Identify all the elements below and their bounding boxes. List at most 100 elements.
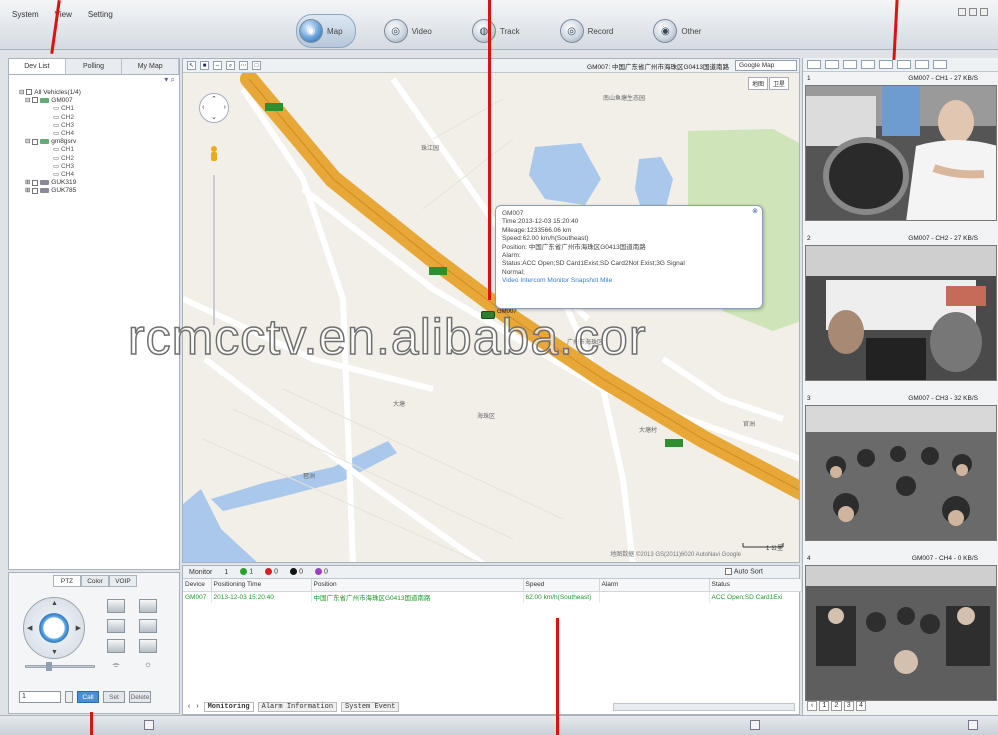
checkbox[interactable] [32, 97, 39, 104]
status-icon[interactable] [968, 720, 978, 730]
video-tile[interactable]: 3 GM007 - CH3 - 32 KB/S [803, 394, 998, 552]
video-tile[interactable]: 2 GM007 - CH2 - 27 KB/S [803, 234, 998, 392]
ptz-direction-pad[interactable]: ▲ ▼ ◀ ▶ [23, 597, 85, 659]
arrow-left-icon[interactable]: ◀ [27, 624, 32, 632]
pan-down-icon[interactable]: ⌄ [211, 113, 217, 121]
map-type-satellite-button[interactable]: 卫星 [768, 77, 789, 90]
area-icon[interactable]: ⋯ [239, 61, 248, 70]
tab-dev-list[interactable]: Dev List [9, 59, 66, 74]
collapse-icon[interactable]: ▾ [164, 75, 168, 84]
menu-setting[interactable]: Setting [88, 10, 113, 19]
video-frame-driver[interactable] [805, 85, 997, 221]
status-icon[interactable] [750, 720, 760, 730]
tab-my-map[interactable]: My Map [122, 59, 180, 74]
nav-track-button[interactable]: ◍ Track [470, 14, 532, 48]
select-icon[interactable]: ■ [200, 61, 209, 70]
pan-up-icon[interactable]: ⌃ [211, 95, 217, 103]
video-frame-front[interactable] [805, 245, 997, 381]
arrow-right-icon[interactable]: ▶ [76, 624, 81, 632]
page-button[interactable]: 3 [843, 701, 854, 711]
horizontal-scrollbar[interactable] [613, 703, 795, 711]
layout-4-icon[interactable] [825, 60, 839, 69]
nav-other-button[interactable]: ◉ Other [651, 14, 713, 48]
preset-call-button[interactable]: Call [77, 691, 99, 703]
page-button[interactable]: 1 [819, 701, 830, 711]
preset-spinner[interactable] [65, 691, 73, 703]
tree-channel[interactable]: ▭ CH1 [19, 105, 179, 113]
checkbox[interactable] [32, 138, 39, 145]
tree-channel[interactable]: ▭ CH1 [19, 146, 179, 154]
layout-1-icon[interactable] [807, 60, 821, 69]
menu-system[interactable]: System [12, 10, 39, 19]
tree-channel[interactable]: ▭ CH3 [19, 163, 179, 171]
video-frame-rear[interactable] [805, 565, 997, 701]
tree-channel[interactable]: ▭ CH2 [19, 114, 179, 122]
fullscreen-icon[interactable] [915, 60, 929, 69]
tab-color[interactable]: Color [81, 575, 109, 587]
column-header[interactable]: Speed [523, 579, 600, 592]
column-header[interactable]: Device [183, 579, 212, 592]
video-tile[interactable]: 4 GM007 - CH4 - 0 KB/S [803, 554, 998, 712]
column-header[interactable]: Position [311, 579, 524, 592]
tab-scroll-icon[interactable]: ‹ › [187, 703, 200, 711]
maximize-icon[interactable] [969, 8, 977, 16]
tree-channel[interactable]: ▭ CH3 [19, 122, 179, 130]
tree-channel[interactable]: ▭ CH4 [19, 171, 179, 179]
tab-system-event[interactable]: System Event [341, 702, 400, 712]
zoom-out-button[interactable] [139, 599, 157, 613]
preset-delete-button[interactable]: Delete [129, 691, 151, 703]
status-icon[interactable] [144, 720, 154, 730]
pegman-icon[interactable] [207, 145, 221, 165]
pan-right-icon[interactable]: › [224, 104, 226, 111]
iris-open-button[interactable] [107, 639, 125, 653]
auto-sort-toggle[interactable]: Auto Sort [724, 568, 763, 575]
pan-control[interactable]: ⌃ ‹ › ⌄ [199, 93, 229, 123]
checkbox[interactable] [26, 89, 33, 96]
zoom-icon[interactable]: ⌕ [226, 61, 235, 70]
tree-vehicle-gm8gsrv[interactable]: ⊟ gm8gsrv [19, 138, 179, 146]
tree-channel[interactable]: ▭ CH2 [19, 155, 179, 163]
checkbox[interactable] [724, 568, 732, 575]
column-header[interactable]: Positioning Time [211, 579, 312, 592]
table-row[interactable]: GM007 2013-12-03 15:20:40 中国广东省广州市海珠区G04… [183, 591, 802, 603]
close-icon[interactable] [980, 8, 988, 16]
tab-voip[interactable]: VOIP [109, 575, 137, 587]
iris-close-button[interactable] [139, 639, 157, 653]
pointer-icon[interactable]: ↖ [187, 61, 196, 70]
map-type-select[interactable]: Google Map [735, 60, 797, 71]
arrow-down-icon[interactable]: ▼ [51, 649, 58, 656]
stop-icon[interactable] [897, 60, 911, 69]
nav-record-button[interactable]: ◎ Record [558, 14, 626, 48]
fullscreen-icon[interactable]: □ [252, 61, 261, 70]
video-frame-cabin[interactable] [805, 405, 997, 541]
map-type-map-button[interactable]: 地图 [747, 77, 768, 90]
checkbox[interactable] [32, 179, 39, 186]
measure-icon[interactable]: ⇔ [213, 61, 222, 70]
light-button[interactable]: ☼ [139, 659, 157, 673]
preset-input[interactable]: 1 [19, 691, 61, 703]
column-header[interactable]: Status [709, 579, 802, 592]
search-icon[interactable]: ⌕ [171, 75, 175, 84]
tree-channel[interactable]: ▭ CH4 [19, 130, 179, 138]
tab-polling[interactable]: Polling [66, 59, 123, 74]
snapshot-icon[interactable] [843, 60, 857, 69]
ptz-speed-slider[interactable] [25, 662, 95, 671]
close-icon[interactable]: ⊗ [752, 208, 758, 216]
page-prev-icon[interactable]: ‹ [807, 701, 818, 711]
nav-video-button[interactable]: ◎ Video [382, 14, 444, 48]
page-button[interactable]: 4 [855, 701, 867, 711]
zoom-in-button[interactable] [107, 599, 125, 613]
minimize-icon[interactable] [958, 8, 966, 16]
tree-vehicle-guk319[interactable]: ⊞ GUK319 [19, 179, 179, 187]
pan-left-icon[interactable]: ‹ [202, 104, 204, 111]
focus-near-button[interactable] [107, 619, 125, 633]
tree-vehicle-guk785[interactable]: ⊞ GUK785 [19, 187, 179, 195]
page-button[interactable]: 2 [831, 701, 842, 711]
video-tile[interactable]: 1 GM007 - CH1 - 27 KB/S [803, 74, 998, 232]
audio-icon[interactable] [879, 60, 893, 69]
wiper-button[interactable]: ⌯ [107, 659, 125, 673]
column-header[interactable]: Alarm [599, 579, 710, 592]
popup-action-links[interactable]: Video Intercom Monitor Snapshot Mile [502, 277, 756, 285]
zoom-slider[interactable] [213, 175, 215, 325]
slider-knob[interactable] [46, 662, 52, 671]
